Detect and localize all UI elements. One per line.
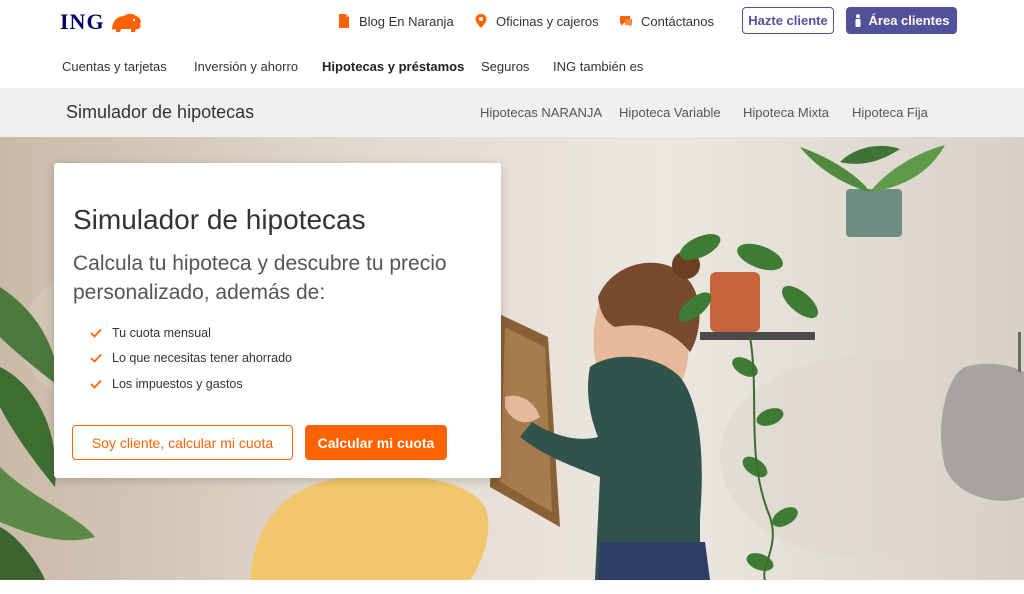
offices-link[interactable]: Oficinas y cajeros <box>474 12 599 30</box>
client-area-button[interactable]: Área clientes <box>846 7 957 34</box>
client-calculate-button[interactable]: Soy cliente, calcular mi cuota <box>72 425 293 460</box>
subnav-item-naranja[interactable]: Hipotecas NARANJA <box>480 105 602 120</box>
offices-link-label: Oficinas y cajeros <box>496 13 599 29</box>
benefit-text: Lo que necesitas tener ahorrado <box>112 351 292 366</box>
subnav-item-mixta[interactable]: Hipoteca Mixta <box>743 105 829 120</box>
list-item: Los impuestos y gastos <box>90 371 292 397</box>
benefit-text: Los impuestos y gastos <box>112 376 243 391</box>
nav-item-inversion[interactable]: Inversión y ahorro <box>194 59 298 74</box>
document-icon <box>339 14 349 28</box>
become-client-button[interactable]: Hazte cliente <box>742 7 834 34</box>
logo-text: ING <box>60 9 105 34</box>
card-subtitle: Calcula tu hipoteca y descubre tu precio… <box>73 252 447 304</box>
nav-item-hipotecas[interactable]: Hipotecas y préstamos <box>322 59 464 74</box>
client-area-label: Área clientes <box>868 13 950 28</box>
benefit-list: Tu cuota mensual Lo que necesitas tener … <box>90 320 292 397</box>
person-icon <box>855 14 861 27</box>
contact-link[interactable]: Contáctanos <box>619 12 714 30</box>
check-icon <box>90 328 102 338</box>
subnav-item-variable[interactable]: Hipoteca Variable <box>619 105 721 120</box>
chat-icon <box>620 16 632 27</box>
contact-link-label: Contáctanos <box>641 13 714 29</box>
nav-item-ing-tambien[interactable]: ING también es <box>553 59 643 74</box>
page-bottom <box>0 580 1024 594</box>
top-bar: ING Blog En Naranja Oficinas y cajeros C… <box>0 0 1024 44</box>
map-pin-icon <box>475 14 487 28</box>
ing-logo[interactable]: ING <box>60 8 143 36</box>
blog-link[interactable]: Blog En Naranja <box>337 12 454 30</box>
calculate-button[interactable]: Calcular mi cuota <box>305 425 447 460</box>
blog-link-label: Blog En Naranja <box>359 13 454 29</box>
hero-banner: Simulador de hipotecas Calcula tu hipote… <box>0 137 1024 580</box>
list-item: Tu cuota mensual <box>90 320 292 346</box>
main-nav: Cuentas y tarjetas Inversión y ahorro Hi… <box>0 44 1024 88</box>
nav-item-seguros[interactable]: Seguros <box>481 59 529 74</box>
subnav-title[interactable]: Simulador de hipotecas <box>66 102 254 123</box>
card-title: Simulador de hipotecas <box>73 204 366 235</box>
lion-icon <box>111 13 141 32</box>
subnav-item-fija[interactable]: Hipoteca Fija <box>852 105 928 120</box>
check-icon <box>90 379 102 389</box>
sub-nav: Simulador de hipotecas Hipotecas NARANJA… <box>0 88 1024 137</box>
list-item: Lo que necesitas tener ahorrado <box>90 346 292 372</box>
benefit-text: Tu cuota mensual <box>112 325 211 340</box>
check-icon <box>90 354 102 364</box>
simulator-card: Simulador de hipotecas Calcula tu hipote… <box>54 163 501 478</box>
nav-item-cuentas[interactable]: Cuentas y tarjetas <box>62 59 167 74</box>
